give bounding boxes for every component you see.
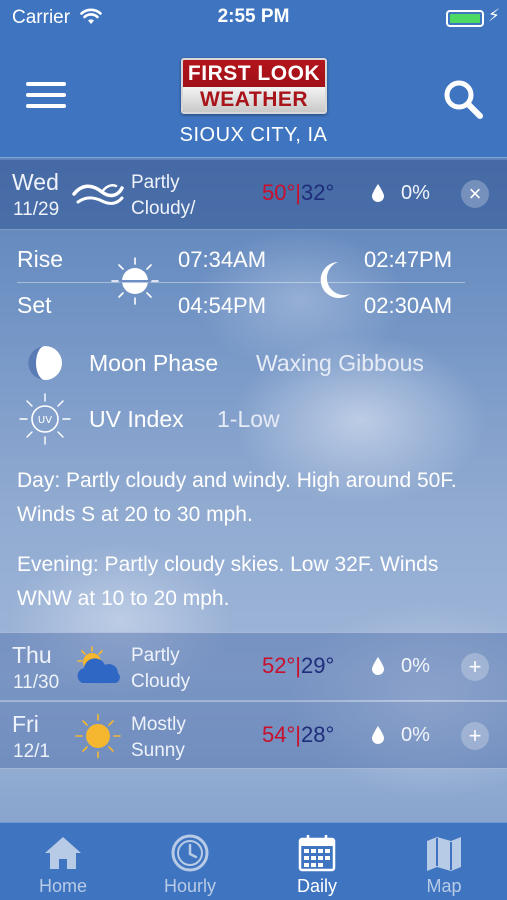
day-row-fri[interactable]: Fri 12/1 Mostly Sunny 54°|28° 0% + xyxy=(0,701,507,769)
map-icon xyxy=(427,837,461,871)
raindrop-icon xyxy=(372,726,384,744)
precip-chance: 0% xyxy=(401,655,430,677)
day-name: Thu xyxy=(12,642,52,668)
day-condition: Mostly Sunny xyxy=(131,712,186,764)
partly-cloudy-icon xyxy=(77,646,120,683)
tab-label: Home xyxy=(38,876,87,896)
uv-badge: UV xyxy=(38,415,52,426)
uv-index-value: 1-Low xyxy=(217,406,280,432)
condition-line2: Cloudy xyxy=(131,671,191,692)
expand-button[interactable]: + xyxy=(461,722,489,750)
uv-index-label: UV Index xyxy=(89,406,184,432)
moonrise-time: 02:47PM xyxy=(364,247,453,272)
evening-forecast-text: Evening: Partly cloudy skies. Low 32F. W… xyxy=(17,553,439,610)
condition-line2: Sunny xyxy=(131,740,185,761)
tab-label: Hourly xyxy=(163,876,216,896)
precip-chance: 0% xyxy=(401,182,430,204)
condition-line1: Mostly xyxy=(131,714,186,735)
tab-daily[interactable]: Daily xyxy=(254,823,380,900)
clock-icon xyxy=(171,834,209,872)
rise-label: Rise xyxy=(17,246,64,272)
uv-index-icon: UV xyxy=(19,393,71,445)
day-date: 12/1 xyxy=(13,741,50,762)
day-name: Fri xyxy=(12,711,39,737)
day-forecast-text: Day: Partly cloudy and windy. High aroun… xyxy=(17,469,457,526)
tab-map[interactable]: Map xyxy=(381,823,507,900)
calendar-icon xyxy=(298,835,336,872)
condition-line1: Partly xyxy=(131,172,180,193)
moonset-time: 02:30AM xyxy=(364,293,453,318)
sunset-time: 04:54PM xyxy=(178,293,267,318)
temp-range: 54°|28° xyxy=(262,722,334,748)
condition-line1: Partly xyxy=(131,645,180,666)
sunrise-sunset-icon xyxy=(111,257,159,305)
tab-label: Daily xyxy=(296,876,337,896)
charging-bolt-icon: ⚡ xyxy=(488,6,500,25)
hamburger-menu-icon[interactable] xyxy=(26,82,66,112)
high-temp: 54° xyxy=(262,722,296,747)
tab-bar: Home Hourly Daily Map xyxy=(0,822,507,900)
divider xyxy=(17,282,465,283)
day-date: 11/30 xyxy=(13,672,60,693)
tab-home[interactable]: Home xyxy=(0,823,126,900)
expand-button[interactable]: + xyxy=(461,653,489,681)
moon-phase-icon xyxy=(28,346,62,380)
wind-icon xyxy=(72,184,124,205)
day-date: 11/29 xyxy=(13,199,60,220)
location-label[interactable]: SIOUX CITY, IA xyxy=(0,124,507,147)
day-row-wed[interactable]: Wed 11/29 Partly Cloudy/ 50°|32° 0% × xyxy=(0,160,507,230)
low-temp: 32° xyxy=(301,180,335,205)
low-temp: 28° xyxy=(301,722,335,747)
tab-hourly[interactable]: Hourly xyxy=(127,823,253,900)
high-temp: 52° xyxy=(262,653,296,678)
app-header: FIRST LOOK WEATHER SIOUX CITY, IA xyxy=(0,36,507,158)
moon-icon xyxy=(320,262,350,298)
battery-icon xyxy=(446,10,484,27)
set-label: Set xyxy=(17,292,52,318)
sunrise-time: 07:34AM xyxy=(178,247,267,272)
raindrop-icon xyxy=(372,657,384,675)
high-temp: 50° xyxy=(262,180,296,205)
clock-time: 2:55 PM xyxy=(217,6,290,27)
collapse-button[interactable]: × xyxy=(461,180,489,208)
tab-label: Map xyxy=(426,876,462,896)
logo-line2: WEATHER xyxy=(183,87,325,112)
first-look-weather-logo: FIRST LOOK WEATHER xyxy=(181,58,327,114)
precip-chance: 0% xyxy=(401,724,430,746)
sun-icon xyxy=(75,714,121,758)
condition-line2: Cloudy/ xyxy=(131,198,196,219)
day-condition: Partly Cloudy/ xyxy=(131,170,195,222)
day-row-thu[interactable]: Thu 11/30 Partly Cloudy 52°|29° 0% + xyxy=(0,632,507,700)
temp-range: 50°|32° xyxy=(262,180,334,206)
moon-phase-value: Waxing Gibbous xyxy=(256,350,424,376)
day-name: Wed xyxy=(12,169,59,195)
day-detail-panel: Rise Set 07:34AM 04:54PM 02:47PM 02:30AM… xyxy=(0,230,507,630)
search-icon[interactable] xyxy=(440,76,486,122)
logo-line1: FIRST LOOK xyxy=(187,62,321,85)
status-bar: Carrier 2:55 PM ⚡ xyxy=(0,0,507,36)
day-condition: Partly Cloudy xyxy=(131,643,190,695)
low-temp: 29° xyxy=(301,653,335,678)
temp-range: 52°|29° xyxy=(262,653,334,679)
raindrop-icon xyxy=(372,184,384,202)
moon-phase-label: Moon Phase xyxy=(89,350,219,376)
home-icon xyxy=(45,837,81,869)
